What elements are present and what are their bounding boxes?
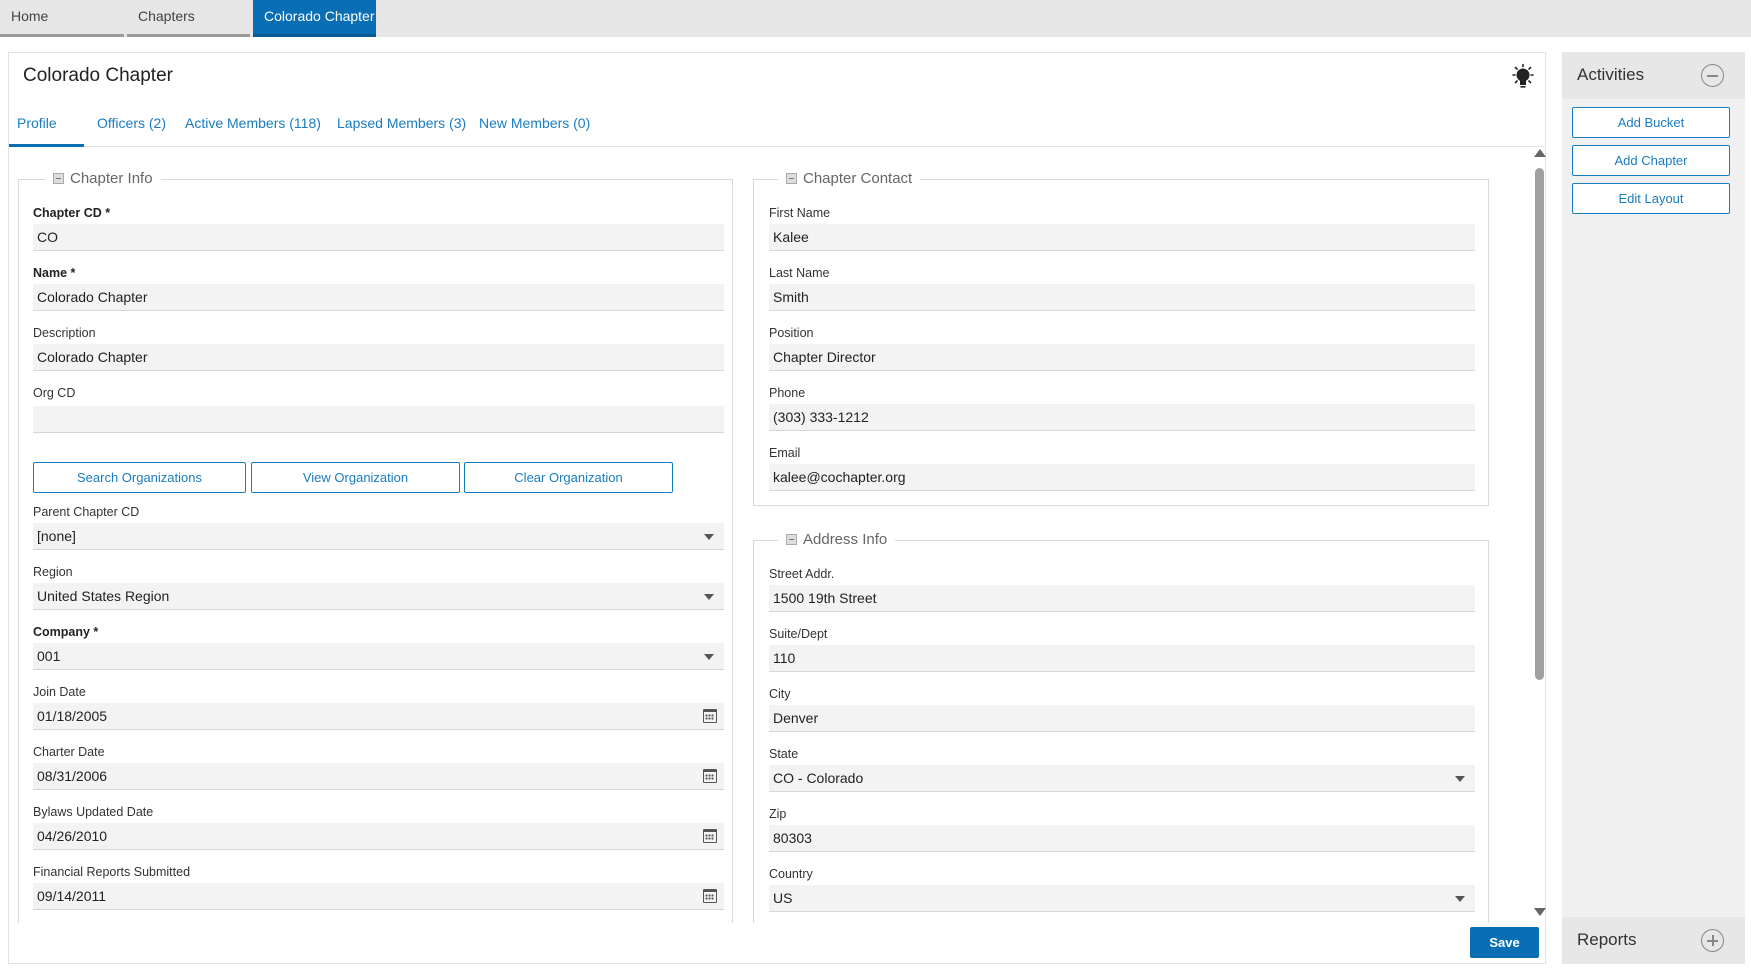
calendar-icon[interactable] xyxy=(703,889,717,903)
chevron-down-icon xyxy=(1455,896,1465,902)
calendar-icon[interactable] xyxy=(703,829,717,843)
company-select[interactable]: 001 xyxy=(33,643,724,670)
region-label: Region xyxy=(33,565,73,579)
search-organizations-button[interactable]: Search Organizations xyxy=(33,462,246,493)
chevron-down-icon xyxy=(704,654,714,660)
city-input[interactable]: Denver xyxy=(769,705,1475,732)
parent-chapter-cd-select[interactable]: [none] xyxy=(33,523,724,550)
parent-chapter-cd-label: Parent Chapter CD xyxy=(33,505,140,519)
address-info-legend[interactable]: Address Info xyxy=(778,531,896,548)
main-panel: Colorado Chapter Profile Officers (2) Ac… xyxy=(8,52,1546,964)
lightbulb-icon[interactable] xyxy=(1509,63,1537,91)
bylaws-updated-date-input[interactable]: 04/26/2010 xyxy=(33,823,724,850)
chevron-down-icon xyxy=(704,594,714,600)
breadcrumb-home[interactable]: Home xyxy=(0,0,124,37)
suite-dept-input[interactable]: 110 xyxy=(769,645,1475,672)
add-bucket-button[interactable]: Add Bucket xyxy=(1572,107,1730,138)
first-name-input[interactable]: Kalee xyxy=(769,224,1475,251)
activities-header: Activities xyxy=(1562,52,1745,99)
name-input[interactable]: Colorado Chapter xyxy=(33,284,724,311)
email-label: Email xyxy=(769,446,801,460)
chevron-down-icon xyxy=(704,534,714,540)
chapter-info-legend[interactable]: Chapter Info xyxy=(45,170,161,187)
profile-content: Chapter Info Chapter CD * CO Name * Colo… xyxy=(9,148,1531,923)
collapse-icon[interactable] xyxy=(53,173,64,184)
phone-input[interactable]: (303) 333-1212 xyxy=(769,404,1475,431)
side-panel: Activities Add Bucket Add Chapter Edit L… xyxy=(1562,52,1745,964)
edit-layout-button[interactable]: Edit Layout xyxy=(1572,183,1730,214)
page-title: Colorado Chapter xyxy=(23,65,173,86)
tab-officers[interactable]: Officers (2) xyxy=(97,113,166,147)
zip-input[interactable]: 80303 xyxy=(769,825,1475,852)
email-input[interactable]: kalee@cochapter.org xyxy=(769,464,1475,491)
tab-active-members[interactable]: Active Members (118) xyxy=(185,113,321,147)
add-chapter-button[interactable]: Add Chapter xyxy=(1572,145,1730,176)
calendar-icon[interactable] xyxy=(703,709,717,723)
last-name-input[interactable]: Smith xyxy=(769,284,1475,311)
phone-label: Phone xyxy=(769,386,806,400)
chapter-cd-label: Chapter CD * xyxy=(33,206,111,220)
breadcrumb: Home Chapters Colorado Chapter xyxy=(0,0,1751,37)
position-label: Position xyxy=(769,326,814,340)
save-button[interactable]: Save xyxy=(1470,927,1539,958)
city-label: City xyxy=(769,687,791,701)
tab-lapsed-members[interactable]: Lapsed Members (3) xyxy=(337,113,466,147)
scrollbar-thumb[interactable] xyxy=(1535,168,1544,680)
description-input[interactable]: Colorado Chapter xyxy=(33,344,724,371)
last-name-label: Last Name xyxy=(769,266,830,280)
calendar-icon[interactable] xyxy=(703,769,717,783)
state-label: State xyxy=(769,747,799,761)
join-date-label: Join Date xyxy=(33,685,86,699)
reports-title: Reports xyxy=(1577,930,1637,949)
zip-label: Zip xyxy=(769,807,787,821)
region-select[interactable]: United States Region xyxy=(33,583,724,610)
tab-new-members[interactable]: New Members (0) xyxy=(479,113,590,147)
state-select[interactable]: CO - Colorado xyxy=(769,765,1475,792)
country-select[interactable]: US xyxy=(769,885,1475,912)
breadcrumb-chapters[interactable]: Chapters xyxy=(127,0,250,37)
chapter-contact-legend[interactable]: Chapter Contact xyxy=(778,170,921,187)
bylaws-updated-date-label: Bylaws Updated Date xyxy=(33,805,154,819)
street-addr-label: Street Addr. xyxy=(769,567,835,581)
org-cd-label: Org CD xyxy=(33,386,76,400)
financial-reports-submitted-input[interactable]: 09/14/2011 xyxy=(33,883,724,910)
name-label: Name * xyxy=(33,266,76,280)
collapse-icon[interactable] xyxy=(786,173,797,184)
street-addr-input[interactable]: 1500 19th Street xyxy=(769,585,1475,612)
reports-header: Reports xyxy=(1562,917,1745,964)
position-input[interactable]: Chapter Director xyxy=(769,344,1475,371)
country-label: Country xyxy=(769,867,813,881)
scroll-down-arrow[interactable] xyxy=(1534,908,1546,916)
company-label: Company * xyxy=(33,625,99,639)
collapse-icon[interactable] xyxy=(786,534,797,545)
join-date-input[interactable]: 01/18/2005 xyxy=(33,703,724,730)
description-label: Description xyxy=(33,326,96,340)
collapse-activities-icon[interactable] xyxy=(1701,64,1724,87)
financial-reports-submitted-label: Financial Reports Submitted xyxy=(33,865,191,879)
view-organization-button[interactable]: View Organization xyxy=(251,462,460,493)
clear-organization-button[interactable]: Clear Organization xyxy=(464,462,673,493)
profile-tabs: Profile Officers (2) Active Members (118… xyxy=(9,113,1545,147)
expand-reports-icon[interactable] xyxy=(1701,929,1724,952)
chapter-cd-input[interactable]: CO xyxy=(33,224,724,251)
first-name-label: First Name xyxy=(769,206,831,220)
org-cd-input[interactable] xyxy=(33,406,724,433)
suite-dept-label: Suite/Dept xyxy=(769,627,828,641)
scroll-up-arrow[interactable] xyxy=(1534,149,1546,157)
charter-date-label: Charter Date xyxy=(33,745,105,759)
chevron-down-icon xyxy=(1455,776,1465,782)
activities-title: Activities xyxy=(1577,65,1645,84)
charter-date-input[interactable]: 08/31/2006 xyxy=(33,763,724,790)
tab-profile[interactable]: Profile xyxy=(9,113,84,147)
breadcrumb-colorado-chapter[interactable]: Colorado Chapter xyxy=(253,0,376,37)
